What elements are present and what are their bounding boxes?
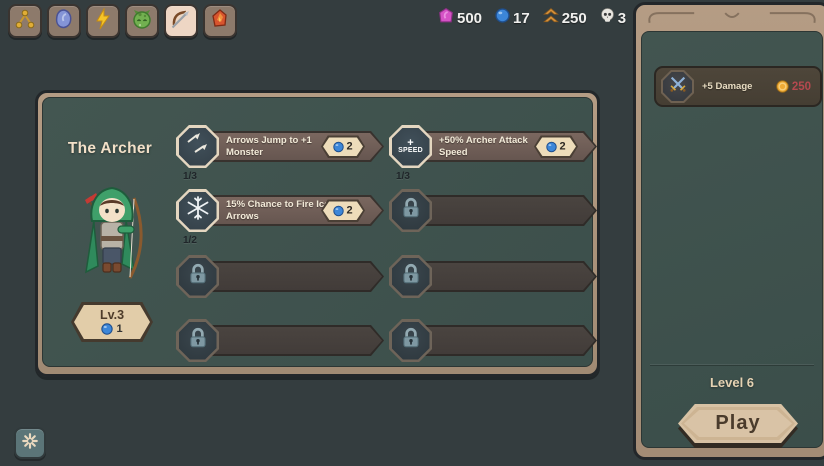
lightning-icon [92, 8, 114, 35]
blue-orb-icon [495, 8, 510, 28]
fire-gem-icon [209, 8, 231, 35]
blue-orb-icon [101, 323, 113, 335]
upgrade-icon-frame: + SPEED [389, 125, 432, 168]
upgrade-icon-frame [176, 255, 219, 298]
currency-value: 250 [562, 10, 587, 27]
currency-blue-orbs: 17 [495, 8, 530, 28]
archer-character-art [74, 184, 150, 300]
currency-value: 3 [618, 10, 626, 27]
gold-coin-icon [776, 80, 789, 93]
upgrade-slot-arrow-jump[interactable]: Arrows Jump to +1 Monster 2 1/3 [176, 125, 388, 185]
upgrade-icon-frame [389, 189, 432, 232]
upgrade-cost-badge[interactable]: 2 [321, 199, 365, 222]
arrow-jump-icon [184, 130, 212, 163]
speed-icon: + SPEED [392, 128, 430, 166]
toolbar-button-lightning[interactable] [86, 4, 120, 38]
currency-value: 500 [457, 10, 482, 27]
upgrade-slot-locked [176, 319, 388, 379]
level-label: Level 6 [642, 375, 822, 390]
lock-icon [186, 262, 210, 291]
lock-icon [399, 262, 423, 291]
upgrade-slot-locked [389, 189, 601, 249]
blue-orb-icon [333, 205, 344, 216]
bow-icon [170, 8, 192, 35]
shop-panel: +5 Damage 250 Level 6 Play [633, 2, 824, 460]
skill-tree-icon [14, 8, 36, 35]
toolbar [8, 4, 237, 38]
currency-value: 17 [513, 10, 530, 27]
toolbar-button-monster[interactable] [125, 4, 159, 38]
play-button-label: Play [715, 412, 760, 435]
monster-icon [131, 8, 153, 35]
upgrade-progress: 1/3 [183, 171, 197, 182]
upgrade-slot-locked [176, 255, 388, 315]
upgrade-slot-locked [389, 255, 601, 315]
toolbar-button-ice[interactable] [47, 4, 81, 38]
toolbar-button-fire[interactable] [203, 4, 237, 38]
shop-item-label: +5 Damage [702, 81, 752, 92]
toolbar-button-archer[interactable] [164, 4, 198, 38]
pink-gem-icon [438, 8, 454, 28]
hero-title: The Archer [49, 140, 171, 158]
asterisk-icon [21, 432, 39, 455]
currency-skulls: 3 [600, 8, 626, 28]
divider [650, 364, 814, 365]
lock-icon [399, 196, 423, 225]
hero-panel: The Archer [35, 90, 600, 377]
upgrade-slot-attack-speed[interactable]: +50% Archer Attack Speed 2 + SPEED 1/3 [389, 125, 601, 185]
upgrade-icon-frame [389, 319, 432, 362]
upgrade-chevrons-icon [543, 8, 559, 29]
upgrade-progress: 1/3 [396, 171, 410, 182]
upgrade-cost-badge[interactable]: 2 [534, 135, 578, 158]
blue-orb-icon [333, 141, 344, 152]
shop-item-cost: 250 [776, 80, 811, 93]
upgrade-icon-frame [389, 255, 432, 298]
hero-panel-inner: The Archer [42, 97, 593, 367]
upgrade-cost: 2 [346, 205, 352, 217]
corner-button[interactable] [14, 427, 46, 459]
crossed-swords-icon [668, 74, 688, 99]
panel-carving-decoration [636, 5, 824, 31]
skull-icon [600, 8, 615, 28]
upgrade-cost: 2 [559, 141, 565, 153]
lock-icon [399, 326, 423, 355]
toolbar-button-skill-tree[interactable] [8, 4, 42, 38]
upgrade-icon-frame [176, 319, 219, 362]
speed-icon-word: SPEED [398, 147, 423, 154]
currency-upgrade-points: 250 [543, 8, 587, 29]
upgrade-cost-badge[interactable]: 2 [321, 135, 365, 158]
play-button[interactable]: Play [678, 404, 798, 448]
shop-item-damage[interactable]: +5 Damage 250 [654, 66, 822, 107]
level-badge-count: 1 [116, 323, 122, 335]
ice-gem-icon [53, 8, 75, 35]
speed-icon-plus: + [407, 139, 413, 148]
shop-item-icon-frame [661, 70, 694, 103]
currency-pink-gems: 500 [438, 8, 482, 28]
upgrade-slot-ice-arrows[interactable]: 15% Chance to Fire Ice Arrows 2 [176, 189, 388, 249]
level-badge-label: Lv.3 [100, 309, 124, 323]
shop-item-cost-value: 250 [792, 81, 811, 93]
lock-icon [186, 326, 210, 355]
upgrade-progress: 1/2 [183, 235, 197, 246]
shop-panel-inner: +5 Damage 250 Level 6 Play [641, 31, 823, 448]
upgrade-cost: 2 [346, 141, 352, 153]
snowflake-icon [184, 194, 212, 227]
level-badge: Lv.3 1 [71, 302, 153, 342]
blue-orb-icon [546, 141, 557, 152]
upgrade-slot-locked [389, 319, 601, 379]
